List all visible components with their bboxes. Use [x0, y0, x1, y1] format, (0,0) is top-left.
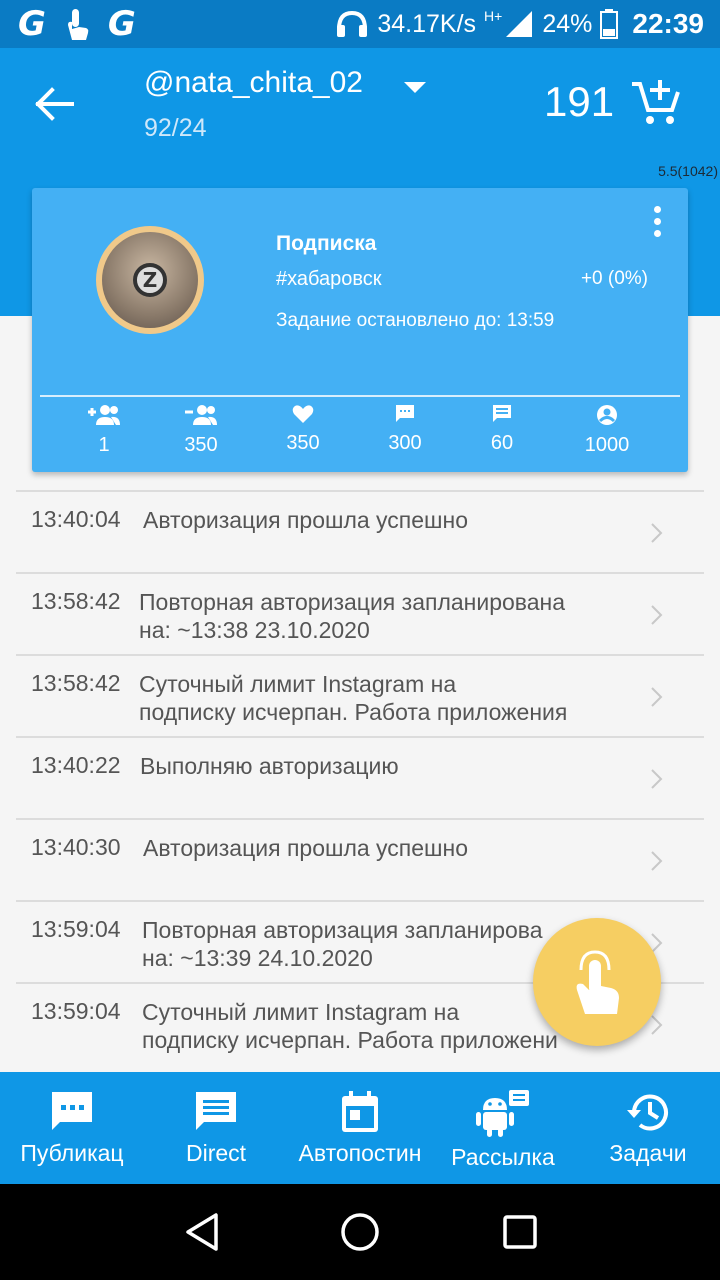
log-message: Авторизация прошла успешно — [143, 507, 468, 533]
status-bar: G G 34.17K/s H+ 24% 22:39 — [0, 0, 720, 48]
log-time: 13:58:42 — [31, 588, 121, 614]
back-triangle-icon[interactable] — [184, 1212, 220, 1252]
stat-value: 60 — [490, 432, 514, 454]
touch-icon — [67, 9, 89, 40]
signal-icon — [506, 11, 533, 37]
stat-profile: 1000 — [562, 402, 652, 457]
stat-value: 350 — [286, 432, 320, 454]
stat-value: 1 — [98, 434, 110, 456]
chat-dots-icon — [52, 1092, 92, 1130]
log-time: 13:40:22 — [31, 752, 121, 778]
person-add-icon — [88, 405, 120, 425]
home-circle-icon[interactable] — [340, 1212, 380, 1252]
chevron-right-icon — [651, 1015, 663, 1035]
comment-icon — [396, 405, 414, 422]
log-time: 13:59:04 — [31, 916, 121, 942]
nav-label: Автопостин — [298, 1140, 422, 1166]
recents-square-icon[interactable] — [502, 1212, 538, 1252]
system-navigation-bar — [0, 1184, 720, 1280]
account-stats: 92/24 — [144, 114, 207, 142]
version-label: 5.5(1042) — [658, 163, 718, 179]
log-message: Суточный лимит Instagram на подписку исче… — [139, 671, 568, 725]
battery-percent: 24% — [542, 9, 593, 38]
log-row[interactable]: 13:58:42 Повторная авторизация запланиро… — [16, 572, 704, 654]
nav-direct[interactable]: Direct — [144, 1072, 288, 1184]
account-circle-icon — [597, 405, 617, 425]
bottom-navigation: Публикац Direct Автопостин Рассылка Зада… — [0, 1072, 720, 1184]
stat-value: 300 — [388, 432, 422, 454]
more-vert-icon[interactable] — [654, 206, 662, 240]
message-icon — [196, 1092, 236, 1130]
log-row[interactable]: 13:40:22 Выполняю авторизацию — [16, 736, 704, 818]
nav-autopost[interactable]: Автопостин — [284, 1072, 436, 1184]
back-arrow-icon[interactable] — [28, 80, 84, 128]
message-icon — [493, 405, 511, 422]
chevron-right-icon — [651, 687, 663, 707]
stat-value: 1000 — [584, 434, 630, 456]
stat-unfollow: 350 — [156, 402, 246, 457]
stat-value: 350 — [184, 434, 218, 456]
history-icon — [627, 1094, 668, 1131]
nav-label: Публикац — [20, 1140, 124, 1166]
log-row[interactable]: 13:40:30 Авторизация прошла успешно — [16, 818, 704, 900]
android-icon — [476, 1090, 529, 1137]
heart-icon — [292, 405, 314, 423]
stat-likes: 350 — [258, 402, 348, 455]
stat-direct: 60 — [457, 402, 547, 455]
touch-icon — [576, 950, 619, 1014]
log-time: 13:40:04 — [31, 506, 121, 532]
nav-label: Рассылка — [451, 1144, 555, 1170]
log-time: 13:58:42 — [31, 670, 121, 696]
log-time: 13:40:30 — [31, 834, 121, 860]
task-card[interactable]: Z Подписка #хабаровск +0 (0%) Задание ос… — [32, 188, 688, 472]
account-name[interactable]: @nata_chita_02 — [144, 66, 363, 100]
calendar-icon — [342, 1091, 378, 1132]
log-row[interactable]: 13:58:42 Суточный лимит Instagram на подп… — [16, 654, 704, 736]
nav-label: Direct — [185, 1140, 247, 1166]
stat-follow: 1 — [59, 402, 149, 457]
log-row[interactable]: 13:40:04 Авторизация прошла успешно — [16, 490, 704, 572]
task-hashtag: #хабаровск — [276, 268, 382, 290]
nav-publications[interactable]: Публикац — [0, 1072, 144, 1184]
task-title: Подписка — [276, 232, 377, 255]
nav-tasks[interactable]: Задачи — [576, 1072, 720, 1184]
task-delta: +0 (0%) — [580, 268, 648, 289]
chevron-right-icon — [651, 769, 663, 789]
task-stats: 1 350 350 300 60 1000 — [32, 402, 688, 472]
stat-comments: 300 — [360, 402, 450, 455]
chevron-down-icon[interactable] — [400, 72, 430, 102]
coin-balance: 191 — [544, 78, 615, 125]
tap-action-button[interactable] — [533, 918, 661, 1046]
log-time: 13:59:04 — [31, 998, 121, 1024]
task-status: Задание остановлено до: 13:59 — [276, 310, 555, 331]
headphones-icon — [337, 10, 368, 37]
network-type: H+ — [484, 8, 503, 24]
network-speed: 34.17K/s — [377, 9, 477, 38]
app-bar: @nata_chita_02 92/24 191 — [0, 48, 720, 160]
clock: 22:39 — [632, 8, 704, 39]
log-message: Авторизация прошла успешно — [143, 835, 468, 861]
person-remove-icon — [185, 405, 217, 425]
nav-mailing[interactable]: Рассылка — [436, 1072, 570, 1184]
nav-label: Задачи — [609, 1140, 687, 1166]
g-app-icon: G — [18, 4, 46, 44]
g-app-icon: G — [107, 4, 136, 44]
log-message: Выполняю авторизацию — [140, 753, 399, 779]
battery-icon — [600, 9, 619, 39]
log-message: Повторная авторизация запланирована на: ~… — [139, 589, 566, 643]
avatar: Z — [96, 226, 204, 334]
chevron-right-icon — [651, 523, 663, 543]
chevron-right-icon — [651, 851, 663, 871]
chevron-right-icon — [651, 605, 663, 625]
add-to-cart-icon[interactable] — [630, 78, 682, 128]
divider — [40, 395, 680, 397]
